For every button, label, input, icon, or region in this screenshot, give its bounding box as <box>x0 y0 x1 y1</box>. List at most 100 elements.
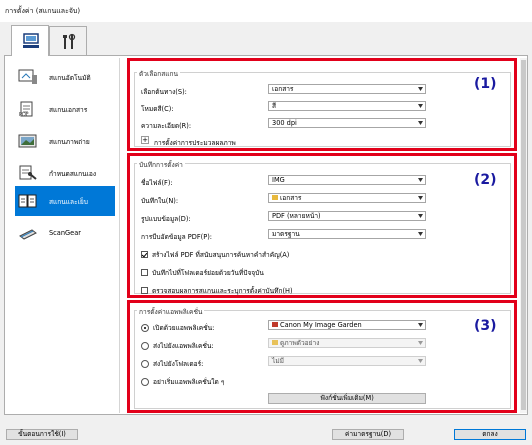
chevron-down-icon <box>418 232 423 236</box>
scrollbar-thumb[interactable] <box>521 60 526 410</box>
tab-general[interactable] <box>49 26 87 55</box>
sidebar-item-scangear[interactable]: ScanGear <box>15 218 115 248</box>
sidebar: สแกนอัตโนมัติ PDF สแกนเอกสาร สแกนภาพถ่าย… <box>11 58 117 414</box>
sidebar-item-document-scan[interactable]: PDF สแกนเอกสาร <box>15 94 115 124</box>
checkbox-label: ตรวจสอบผลการสแกนและระบุการตั้งค่าบันทึก(… <box>152 287 293 295</box>
save-in-label: บันทึกใน(N): <box>141 197 179 205</box>
chevron-down-icon <box>418 104 423 108</box>
tab-scan[interactable] <box>11 25 49 56</box>
searchable-pdf-checkbox[interactable]: สร้างไฟล์ PDF ที่สนับสนุนการค้นหาคำสำคัญ… <box>141 249 289 260</box>
tab-strip <box>0 22 532 56</box>
data-format-label: รูปแบบข้อมูล(D): <box>141 215 191 223</box>
sidebar-item-auto-scan[interactable]: สแกนอัตโนมัติ <box>15 62 115 92</box>
sidebar-item-scan-stitch[interactable]: สแกนและเย็บ <box>15 186 115 216</box>
tools-icon <box>63 33 76 49</box>
send-to-folder-value: ไม่มี <box>272 357 285 365</box>
folder-icon <box>272 340 278 345</box>
filename-combo[interactable]: IMG <box>268 175 426 185</box>
expand-image-processing-button[interactable]: + <box>141 136 149 144</box>
sidebar-item-label: ScanGear <box>49 229 81 237</box>
radio-label: ส่งไปยังแอพพลิเคชั่น: <box>153 342 214 350</box>
color-mode-label: โหมดสี(C): <box>141 105 174 113</box>
sidebar-item-photo-scan[interactable]: สแกนภาพถ่าย <box>15 126 115 156</box>
svg-text:PDF: PDF <box>19 112 29 117</box>
checkbox-box[interactable] <box>141 287 148 294</box>
source-label: เลือกต้นทาง(S): <box>141 88 187 96</box>
send-to-app-value: ดูภาพตัวอย่าง <box>280 339 320 347</box>
check-scan-results-checkbox[interactable]: ตรวจสอบผลการสแกนและระบุการตั้งค่าบันทึก(… <box>141 285 293 296</box>
send-to-folder-radio[interactable]: ส่งไปยังโฟลเดอร์: <box>141 358 203 369</box>
auto-scan-icon <box>17 68 39 86</box>
no-app-radio[interactable]: อย่าเริ่มแอพพลิเคชั่นใด ๆ <box>141 376 224 387</box>
panel-divider <box>119 58 120 413</box>
data-format-select[interactable]: PDF (หลายหน้า) <box>268 211 426 221</box>
title-bar: การตั้งค่า (สแกนและจับ) <box>0 0 532 22</box>
chevron-down-icon <box>418 359 423 363</box>
send-to-folder-select: ไม่มี <box>268 356 426 366</box>
checkbox-box[interactable] <box>141 269 148 276</box>
pdf-compression-label: การบีบอัดข้อมูล PDF(P): <box>141 233 212 241</box>
sidebar-item-custom-scan[interactable]: กำหนดสแกนเอง <box>15 158 115 188</box>
section-number-2: (2) <box>474 172 497 188</box>
section-number-3: (3) <box>474 318 497 334</box>
radio-dot[interactable] <box>141 377 149 386</box>
checkbox-box[interactable] <box>141 251 148 258</box>
sidebar-item-label: สแกนอัตโนมัติ <box>49 73 91 82</box>
open-with-app-value: Canon My Image Garden <box>280 321 362 329</box>
radio-dot[interactable] <box>141 359 149 368</box>
resolution-value: 300 dpi <box>272 119 297 127</box>
more-functions-button[interactable]: ฟังก์ชั่นเพิ่มเติม(M) <box>268 393 426 404</box>
source-select[interactable]: เอกสาร <box>268 84 426 94</box>
folder-icon <box>272 195 278 200</box>
save-in-select[interactable]: เอกสาร <box>268 193 426 203</box>
save-in-value: เอกสาร <box>280 194 302 202</box>
open-with-app-select[interactable]: Canon My Image Garden <box>268 320 426 330</box>
resolution-label: ความละเอียด(R): <box>141 122 192 130</box>
scan-options-title: ตัวเลือกสแกน <box>137 68 181 79</box>
radio-dot[interactable] <box>141 341 149 350</box>
chevron-down-icon <box>418 323 423 327</box>
data-format-value: PDF (หลายหน้า) <box>272 212 321 220</box>
photo-scan-icon <box>17 132 39 150</box>
radio-dot[interactable] <box>141 323 149 332</box>
checkbox-label: สร้างไฟล์ PDF ที่สนับสนุนการค้นหาคำสำคัญ… <box>152 251 290 259</box>
radio-label: อย่าเริ่มแอพพลิเคชั่นใด ๆ <box>153 378 225 386</box>
chevron-down-icon <box>418 214 423 218</box>
custom-scan-icon <box>17 164 39 182</box>
sidebar-item-label: สแกนภาพถ่าย <box>49 137 90 146</box>
defaults-button[interactable]: ค่ามาตรฐาน(D) <box>332 429 404 440</box>
send-to-app-select: ดูภาพตัวอย่าง <box>268 338 426 348</box>
app-settings-title: การตั้งค่าแอพพลิเคชั่น <box>137 306 205 317</box>
chevron-down-icon <box>418 178 423 182</box>
chevron-down-icon <box>418 121 423 125</box>
radio-label: ส่งไปยังโฟลเดอร์: <box>153 360 204 368</box>
checkbox-label: บันทึกไปที่โฟลเดอร์ย่อยด้วยวันที่ปัจจุบั… <box>152 269 264 277</box>
color-mode-select[interactable]: สี <box>268 101 426 111</box>
sidebar-item-label: กำหนดสแกนเอง <box>49 169 97 178</box>
chevron-down-icon <box>418 87 423 91</box>
sidebar-item-label: สแกนเอกสาร <box>49 105 88 114</box>
image-processing-label: การตั้งค่าการประมวลผลภาพ <box>154 139 236 147</box>
resolution-select[interactable]: 300 dpi <box>268 118 426 128</box>
send-to-app-radio[interactable]: ส่งไปยังแอพพลิเคชั่น: <box>141 340 214 351</box>
ok-button[interactable]: ตกลง <box>454 429 526 440</box>
filename-value: IMG <box>272 176 285 184</box>
radio-label: เปิดด้วยแอพพลิเคชั่น: <box>153 324 215 332</box>
sidebar-item-label: สแกนและเย็บ <box>49 197 88 206</box>
chevron-down-icon <box>418 196 423 200</box>
pdf-compression-select[interactable]: มาตรฐาน <box>268 229 426 239</box>
window-title: การตั้งค่า (สแกนและจับ) <box>5 7 81 15</box>
scangear-icon <box>17 224 39 242</box>
source-value: เอกสาร <box>272 85 294 93</box>
chevron-down-icon <box>418 341 423 345</box>
document-scan-icon: PDF <box>17 100 39 118</box>
pdf-compression-value: มาตรฐาน <box>272 230 300 238</box>
open-with-app-radio[interactable]: เปิดด้วยแอพพลิเคชั่น: <box>141 322 214 333</box>
filename-label: ชื่อไฟล์(F): <box>141 179 173 187</box>
app-icon <box>272 322 278 327</box>
color-mode-value: สี <box>272 102 277 110</box>
instructions-button[interactable]: ขั้นตอนการใช้(I) <box>6 429 78 440</box>
subfolder-date-checkbox[interactable]: บันทึกไปที่โฟลเดอร์ย่อยด้วยวันที่ปัจจุบั… <box>141 267 264 278</box>
save-settings-title: บันทึกการตั้งค่า <box>137 159 185 170</box>
vertical-scrollbar[interactable] <box>520 58 527 413</box>
